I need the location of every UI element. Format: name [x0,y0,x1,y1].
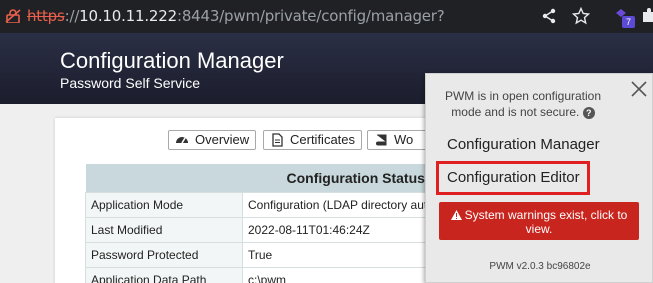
version-label: PWM v2.0.3 bc96802e [489,261,591,272]
page-subtitle: Password Self Service [60,75,201,91]
document-icon [272,133,283,147]
certificates-label: Certificates [290,132,356,147]
dashboard-icon [176,137,188,144]
row-key: Application Mode [85,191,243,218]
table-title: Configuration Status [85,164,445,192]
open-mode-text: PWM is in open configuration mode and is… [444,89,602,119]
url-host: 10.10.11.222 [79,7,177,25]
row-value: c:\pwm [242,266,445,283]
share-icon[interactable] [540,7,558,25]
row-value: True [242,241,445,268]
configuration-manager-link[interactable]: Configuration Manager [447,136,600,153]
url-separator: :// [64,7,80,25]
row-value: Configuration (LDAP directory aut [242,191,445,218]
row-value: 2022-08-11T01:46:24Z [242,216,445,243]
url-field[interactable]: https://10.10.11.222:8443/pwm/private/co… [27,7,445,25]
configuration-editor-link[interactable]: Configuration Editor [447,169,580,186]
row-key: Application Data Path [85,266,243,283]
configuration-status-table: Configuration Status Application Mode Co… [85,164,445,283]
url-path: :8443/pwm/private/config/manager? [176,7,445,25]
book-icon [376,134,387,146]
open-mode-note: PWM is in open configuration mode and is… [438,88,608,120]
page-title: Configuration Manager [60,48,284,73]
table-header-row: Configuration Status [85,164,445,192]
overview-label: Overview [195,132,250,147]
url-scheme: https [27,7,65,25]
system-warnings-button[interactable]: System warnings exist, click to view. [439,202,639,240]
row-key: Password Protected [85,241,243,268]
overview-button[interactable]: Overview [168,130,257,150]
close-icon[interactable] [630,80,648,98]
wordlists-label: Wo [394,132,414,147]
warning-icon [450,210,462,220]
certificates-button[interactable]: Certificates [263,130,363,150]
row-key: Last Modified [85,216,243,243]
table-row: Application Data Path c:\pwm [85,266,445,283]
not-secure-lock-icon[interactable] [5,9,21,23]
table-row: Password Protected True [85,241,445,268]
extension-badge: 7 [622,16,635,28]
table-row: Last Modified 2022-08-11T01:46:24Z [85,216,445,243]
table-row: Application Mode Configuration (LDAP dir… [85,191,445,218]
system-warnings-text: System warnings exist, click to view. [464,208,628,236]
help-icon[interactable]: ? [582,106,595,119]
star-icon[interactable] [572,7,590,25]
config-menu-dropdown: PWM is in open configuration mode and is… [425,73,653,283]
puzzle-icon[interactable] [640,7,653,25]
browser-address-bar: https://10.10.11.222:8443/pwm/private/co… [0,0,653,33]
